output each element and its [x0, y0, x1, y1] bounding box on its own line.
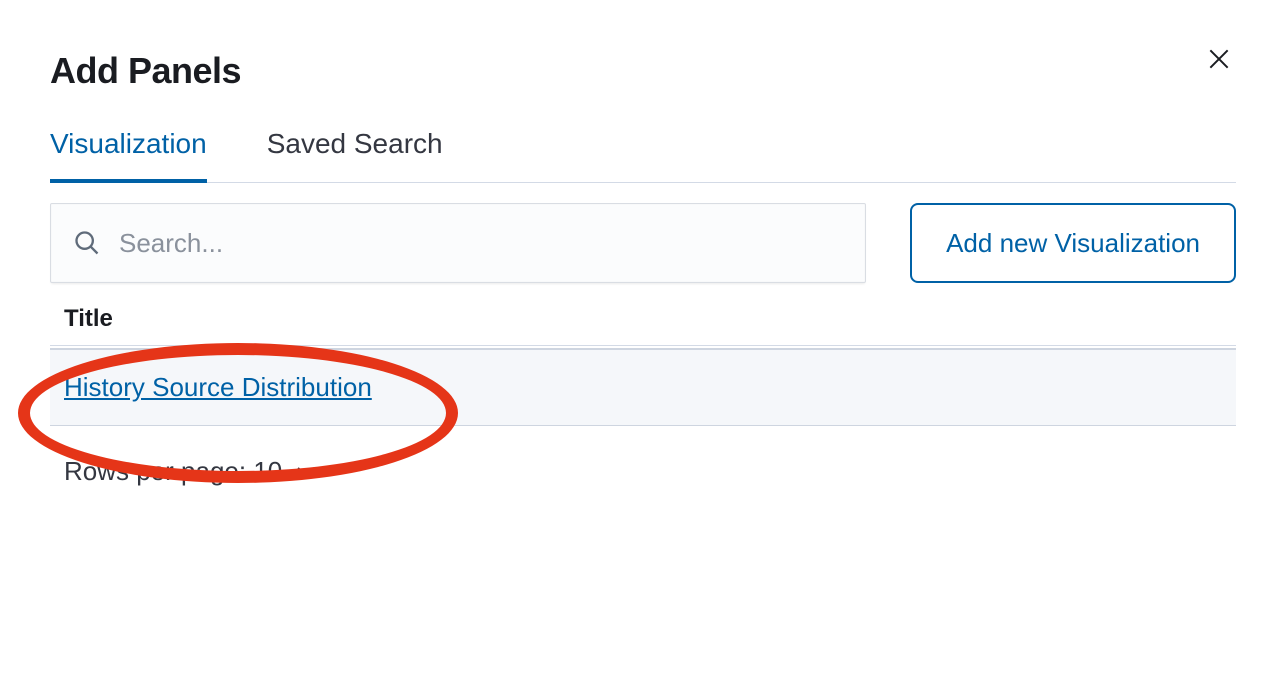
tab-saved-search[interactable]: Saved Search	[267, 128, 443, 182]
search-input[interactable]	[119, 228, 843, 259]
table-header: Title	[50, 305, 1236, 346]
table-column-title: Title	[64, 305, 113, 332]
close-button[interactable]	[1202, 42, 1236, 79]
chevron-down-icon	[296, 465, 316, 479]
rows-per-page-label: Rows per page: 10	[64, 456, 282, 487]
search-icon	[73, 229, 101, 257]
tab-visualization[interactable]: Visualization	[50, 128, 207, 182]
tab-bar: Visualization Saved Search	[50, 128, 1236, 183]
table-row[interactable]: History Source Distribution	[50, 348, 1236, 426]
visualization-link-history-source-distribution[interactable]: History Source Distribution	[64, 372, 372, 402]
rows-per-page-selector[interactable]: Rows per page: 10	[64, 456, 316, 487]
page-title: Add Panels	[50, 50, 241, 92]
add-new-visualization-button[interactable]: Add new Visualization	[910, 203, 1236, 283]
search-box[interactable]	[50, 203, 866, 283]
close-icon	[1206, 46, 1232, 75]
